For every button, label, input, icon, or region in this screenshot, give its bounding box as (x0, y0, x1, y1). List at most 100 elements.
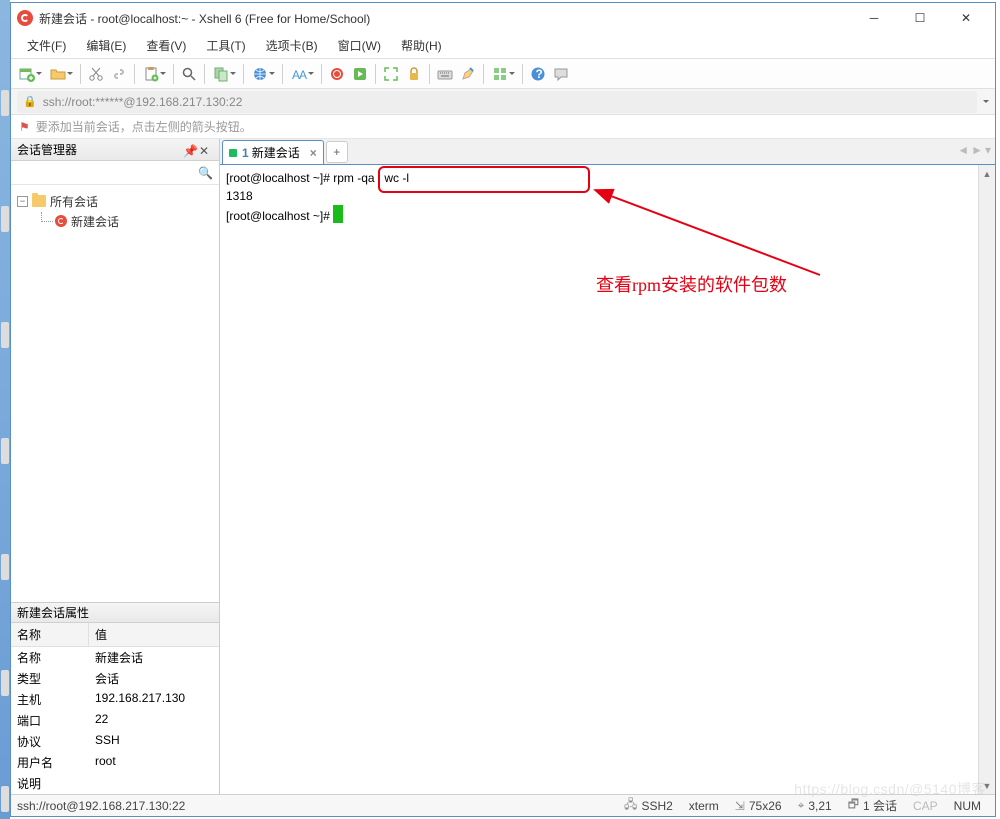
session-search-input[interactable] (17, 166, 198, 180)
address-input[interactable]: 🔒 ssh://root:******@192.168.217.130:22 (17, 91, 977, 113)
props-row: 主机192.168.217.130 (11, 689, 219, 710)
menu-help[interactable]: 帮助(H) (393, 34, 450, 57)
desktop-left-edge (0, 0, 10, 819)
tab-next-icon[interactable]: ► (971, 143, 983, 157)
scroll-down-icon[interactable]: ▼ (979, 777, 995, 794)
svg-text:?: ? (536, 67, 543, 81)
status-num: NUM (954, 799, 981, 813)
tab-prev-icon[interactable]: ◄ (957, 143, 969, 157)
titlebar[interactable]: 新建会话 - root@localhost:~ - Xshell 6 (Free… (11, 3, 995, 33)
folder-icon (32, 195, 46, 207)
sessions-icon: 🗗 (848, 795, 859, 816)
session-icon (55, 215, 67, 227)
status-size: ⇲75x26 (735, 799, 782, 813)
new-session-icon[interactable] (15, 63, 45, 85)
search-icon[interactable] (178, 63, 200, 85)
keyboard-icon[interactable] (434, 63, 456, 85)
paste-icon[interactable] (139, 63, 169, 85)
props-row: 名称新建会话 (11, 647, 219, 668)
tab-number: 1 (242, 146, 249, 160)
panel-close-icon[interactable]: ✕ (199, 144, 211, 156)
lock-icon[interactable] (403, 63, 425, 85)
tree-session-label: 新建会话 (71, 213, 119, 230)
status-sessions: 🗗1 会话 (848, 795, 897, 816)
search-small-icon[interactable]: 🔍 (198, 166, 213, 180)
status-term: xterm (689, 799, 719, 813)
chat-icon[interactable] (550, 63, 572, 85)
menu-edit[interactable]: 编辑(E) (78, 34, 134, 57)
tab-menu-icon[interactable]: ▾ (985, 143, 991, 157)
record-icon[interactable] (326, 63, 348, 85)
menu-view[interactable]: 查看(V) (138, 34, 194, 57)
window-title: 新建会话 - root@localhost:~ - Xshell 6 (Free… (39, 10, 851, 27)
globe-icon[interactable] (248, 63, 278, 85)
props-row: 协议SSH (11, 731, 219, 752)
props-header: 新建会话属性 (11, 603, 219, 623)
props-row: 类型会话 (11, 668, 219, 689)
minimize-button[interactable]: ─ (851, 3, 897, 33)
props-row: 端口22 (11, 710, 219, 731)
menubar: 文件(F) 编辑(E) 查看(V) 工具(T) 选项卡(B) 窗口(W) 帮助(… (11, 33, 995, 59)
tab-nav: ◄ ► ▾ (957, 143, 991, 157)
toolbar: AA ? (11, 59, 995, 89)
ssh-icon: 🖧 (624, 795, 637, 816)
session-tab[interactable]: 1 新建会话 × (222, 140, 324, 164)
terminal[interactable]: [root@localhost ~]# rpm -qa | wc -l 1318… (220, 165, 995, 794)
open-icon[interactable] (46, 63, 76, 85)
grid-icon[interactable] (488, 63, 518, 85)
props-row: 说明 (11, 773, 219, 794)
link-icon[interactable] (108, 63, 130, 85)
terminal-scrollbar[interactable]: ▲ ▼ (978, 165, 995, 794)
terminal-line: 1318 (226, 187, 989, 205)
tree-root[interactable]: − 所有会话 (13, 191, 217, 211)
add-tab-button[interactable]: + (326, 141, 348, 163)
scroll-up-icon[interactable]: ▲ (979, 165, 995, 182)
cut-icon[interactable] (85, 63, 107, 85)
session-manager-header: 会话管理器 📌 ✕ (11, 139, 219, 161)
tab-close-icon[interactable]: × (310, 146, 317, 160)
help-icon[interactable]: ? (527, 63, 549, 85)
session-manager-title: 会话管理器 (17, 141, 77, 158)
close-button[interactable]: ✕ (943, 3, 989, 33)
session-manager-panel: 会话管理器 📌 ✕ 🔍 − 所有会话 新建会话 (11, 139, 220, 794)
svg-text:A: A (299, 68, 307, 82)
statusbar: ssh://root@192.168.217.130:22 🖧SSH2 xter… (11, 794, 995, 816)
size-icon: ⇲ (735, 799, 745, 813)
props-row: 用户名root (11, 752, 219, 773)
props-hdr-value: 值 (89, 623, 113, 646)
tree-root-label: 所有会话 (50, 193, 98, 210)
status-ssh: 🖧SSH2 (624, 795, 673, 816)
collapse-icon[interactable]: − (17, 196, 28, 207)
status-address: ssh://root@192.168.217.130:22 (17, 799, 185, 813)
session-properties-panel: 新建会话属性 名称 值 名称新建会话 类型会话 主机192.168.217.13… (11, 602, 219, 794)
maximize-button[interactable]: ☐ (897, 3, 943, 33)
play-icon[interactable] (349, 63, 371, 85)
terminal-line: [root@localhost ~]# (226, 205, 989, 225)
tree-session[interactable]: 新建会话 (13, 211, 217, 231)
copy-icon[interactable] (209, 63, 239, 85)
cursor-icon (333, 205, 343, 223)
xshell-window: 新建会话 - root@localhost:~ - Xshell 6 (Free… (10, 2, 996, 817)
props-title: 新建会话属性 (17, 604, 89, 621)
app-icon (17, 10, 33, 26)
address-dropdown-icon[interactable] (983, 100, 989, 103)
menu-tabs[interactable]: 选项卡(B) (258, 34, 326, 57)
menu-tools[interactable]: 工具(T) (198, 34, 253, 57)
annotation-text: 查看rpm安装的软件包数 (596, 271, 787, 297)
menu-window[interactable]: 窗口(W) (330, 34, 389, 57)
flag-icon: ⚑ (19, 120, 30, 134)
font-icon[interactable]: AA (287, 63, 317, 85)
infobar: ⚑ 要添加当前会话，点击左侧的箭头按钮。 (11, 115, 995, 139)
infobar-text: 要添加当前会话，点击左侧的箭头按钮。 (36, 118, 252, 135)
pin-icon[interactable]: 📌 (183, 144, 195, 156)
highlight-icon[interactable] (457, 63, 479, 85)
status-cap: CAP (913, 799, 938, 813)
tab-label: 新建会话 (252, 144, 300, 161)
props-column-header: 名称 值 (11, 623, 219, 647)
address-value: ssh://root:******@192.168.217.130:22 (43, 95, 243, 109)
menu-file[interactable]: 文件(F) (19, 34, 74, 57)
fullscreen-icon[interactable] (380, 63, 402, 85)
props-hdr-name: 名称 (11, 623, 89, 646)
tab-status-icon (229, 149, 237, 157)
session-tree: − 所有会话 新建会话 (11, 185, 219, 237)
